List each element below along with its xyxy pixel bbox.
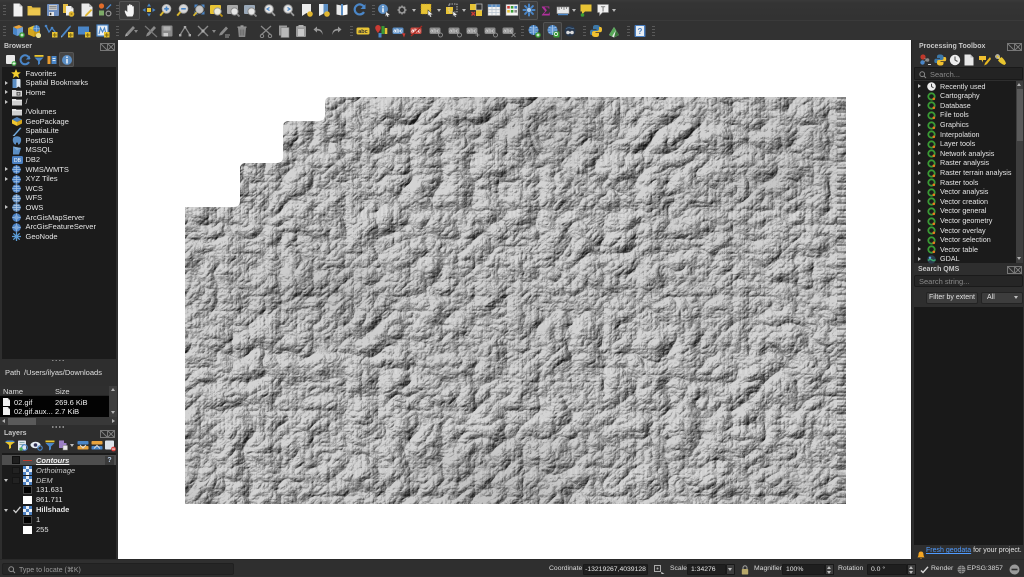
svg-text:?: ? bbox=[638, 27, 643, 36]
svg-text:T: T bbox=[601, 5, 606, 14]
svg-text:abc: abc bbox=[467, 29, 476, 35]
svg-text:abc: abc bbox=[358, 29, 367, 35]
svg-text:Σ: Σ bbox=[541, 5, 550, 18]
svg-text:abc: abc bbox=[449, 29, 458, 35]
svg-text:abc: abc bbox=[503, 29, 512, 35]
svg-text:abc: abc bbox=[393, 29, 402, 35]
svg-text:abc: abc bbox=[430, 29, 439, 35]
svg-text:abc: abc bbox=[485, 29, 494, 35]
svg-text:DB: DB bbox=[14, 158, 22, 164]
